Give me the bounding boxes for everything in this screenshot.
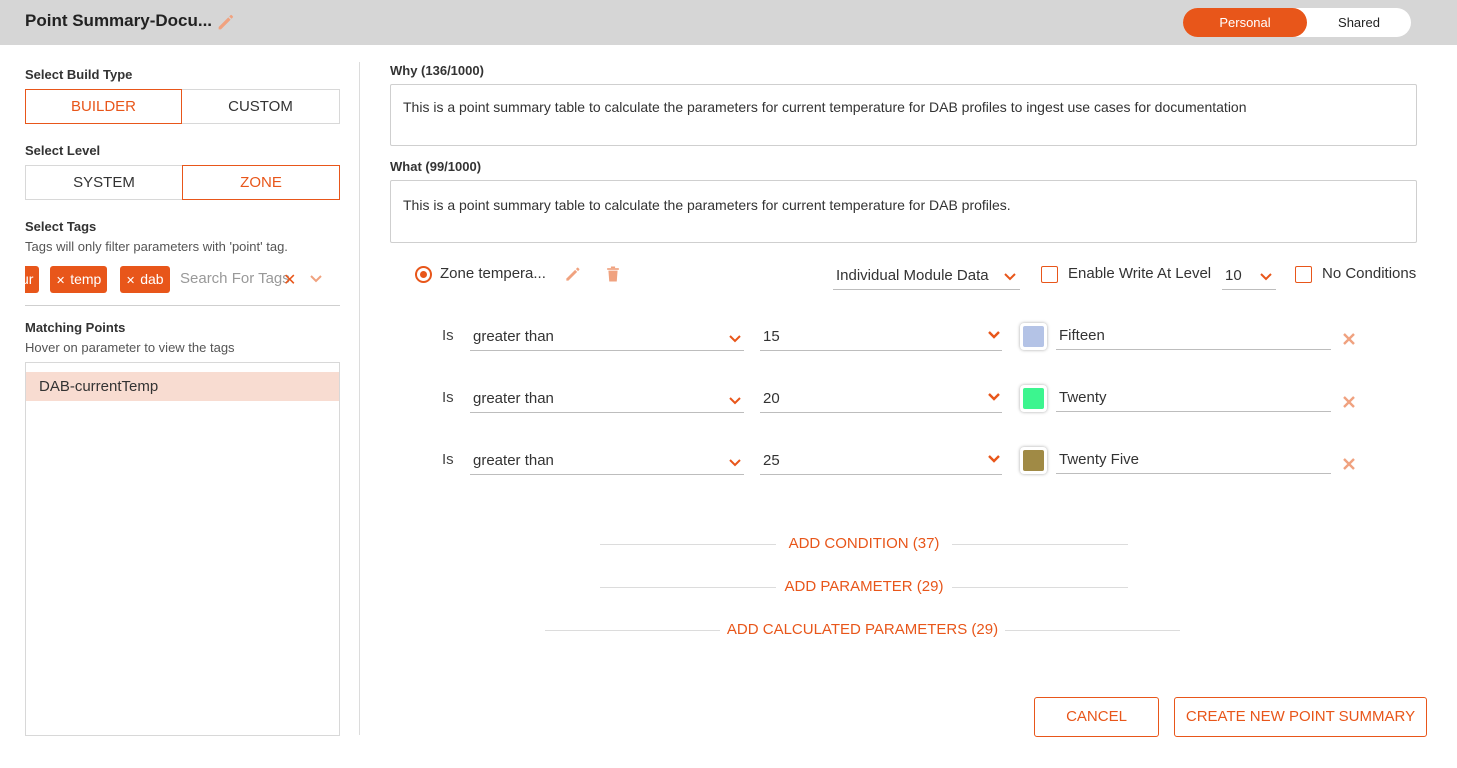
- enable-write-checkbox[interactable]: [1041, 266, 1058, 283]
- divider-line: [1005, 630, 1180, 631]
- radio-dot: [420, 271, 427, 278]
- toggle-shared[interactable]: Shared: [1307, 8, 1411, 37]
- chevron-down-icon: [988, 393, 1000, 401]
- level-zone-button[interactable]: ZONE: [182, 165, 340, 200]
- add-condition-button[interactable]: ADD CONDITION (37): [776, 535, 952, 552]
- divider-line: [952, 544, 1128, 545]
- chevron-down-icon: [729, 335, 741, 343]
- tag-input-underline: [25, 305, 340, 306]
- condition-operator-value: greater than: [473, 328, 554, 345]
- build-type-builder-button[interactable]: BUILDER: [25, 89, 182, 124]
- color-swatch: [1023, 326, 1044, 347]
- divider-line: [952, 587, 1128, 588]
- pencil-icon[interactable]: [215, 11, 237, 33]
- tag-chip-label: temp: [70, 271, 102, 287]
- tags-hint: Tags will only filter parameters with 'p…: [25, 239, 288, 254]
- add-parameter-button[interactable]: ADD PARAMETER (29): [776, 578, 952, 595]
- cancel-button[interactable]: CANCEL: [1034, 697, 1159, 737]
- chevron-down-icon: [729, 397, 741, 405]
- condition-is-label: Is: [442, 389, 454, 406]
- level-label: Select Level: [25, 143, 101, 158]
- build-type-label: Select Build Type: [25, 67, 133, 82]
- color-picker[interactable]: [1020, 447, 1047, 474]
- what-label: What (99/1000): [390, 159, 482, 174]
- close-icon[interactable]: [1342, 457, 1356, 471]
- chevron-down-icon[interactable]: [309, 272, 323, 286]
- what-textarea[interactable]: This is a point summary table to calcula…: [390, 180, 1417, 243]
- tags-label: Select Tags: [25, 219, 97, 234]
- chevron-down-icon: [1004, 273, 1016, 281]
- toggle-personal[interactable]: Personal: [1183, 8, 1307, 37]
- condition-label-input[interactable]: Fifteen: [1056, 319, 1331, 350]
- close-icon[interactable]: [1342, 332, 1356, 346]
- chevron-down-icon: [729, 459, 741, 467]
- write-level-select[interactable]: 10: [1222, 258, 1276, 290]
- divider-line: [545, 630, 720, 631]
- condition-label-value: Twenty Five: [1059, 451, 1140, 468]
- trash-icon[interactable]: [603, 264, 623, 284]
- condition-label-value: Twenty: [1059, 389, 1107, 406]
- color-picker[interactable]: [1020, 323, 1047, 350]
- visibility-toggle: Personal Shared: [1183, 8, 1411, 37]
- data-source-select[interactable]: Individual Module Data: [833, 258, 1020, 290]
- condition-value: 25: [763, 452, 780, 469]
- data-source-value: Individual Module Data: [836, 267, 989, 284]
- add-calculated-parameters-button[interactable]: ADD CALCULATED PARAMETERS (29): [720, 621, 1005, 638]
- condition-value-select[interactable]: 20: [760, 381, 1002, 413]
- why-label: Why (136/1000): [390, 63, 484, 78]
- sidebar-divider: [359, 62, 360, 735]
- pencil-icon[interactable]: [563, 264, 583, 284]
- tag-search-input[interactable]: Search For Tags: [180, 270, 290, 287]
- close-icon[interactable]: [1342, 395, 1356, 409]
- enable-write-label: Enable Write At Level: [1068, 265, 1212, 282]
- level-system-button[interactable]: SYSTEM: [25, 165, 183, 200]
- matching-points-list: DAB-currentTemp: [25, 362, 340, 736]
- divider-line: [600, 544, 776, 545]
- condition-label-input[interactable]: Twenty Five: [1056, 443, 1331, 474]
- matching-points-hint: Hover on parameter to view the tags: [25, 340, 235, 355]
- header-bar: Point Summary-Docu... Personal Shared: [0, 0, 1457, 45]
- matching-points-label: Matching Points: [25, 320, 126, 335]
- condition-operator-select[interactable]: greater than: [470, 444, 744, 475]
- tag-chip-label: dab: [140, 271, 164, 287]
- write-level-value: 10: [1225, 267, 1242, 284]
- build-type-custom-button[interactable]: CUSTOM: [181, 89, 340, 124]
- color-picker[interactable]: [1020, 385, 1047, 412]
- create-point-summary-button[interactable]: CREATE NEW POINT SUMMARY: [1174, 697, 1427, 737]
- color-swatch: [1023, 450, 1044, 471]
- condition-label-value: Fifteen: [1059, 327, 1105, 344]
- no-conditions-label: No Conditions: [1322, 265, 1417, 282]
- why-textarea[interactable]: This is a point summary table to calcula…: [390, 84, 1417, 146]
- parameter-row: Zone tempera... Individual Module Data E…: [390, 258, 1430, 292]
- condition-operator-value: greater than: [473, 390, 554, 407]
- condition-value: 20: [763, 390, 780, 407]
- condition-is-label: Is: [442, 451, 454, 468]
- chevron-down-icon: [1260, 273, 1272, 281]
- no-conditions-checkbox[interactable]: [1295, 266, 1312, 283]
- parameter-name: Zone tempera...: [440, 265, 546, 282]
- tag-chip-label: ur: [25, 271, 34, 287]
- tag-chip[interactable]: ur: [25, 266, 40, 293]
- tag-chip[interactable]: ✕ dab: [120, 266, 170, 293]
- condition-operator-select[interactable]: greater than: [470, 320, 744, 351]
- clear-tags-icon[interactable]: ✕: [283, 270, 296, 290]
- page-title: Point Summary-Docu...: [25, 11, 213, 30]
- divider-line: [600, 587, 776, 588]
- condition-label-input[interactable]: Twenty: [1056, 381, 1331, 412]
- condition-operator-select[interactable]: greater than: [470, 382, 744, 413]
- tag-selector: ur ✕ temp ✕ dab Search For Tags ✕: [25, 266, 340, 296]
- condition-is-label: Is: [442, 327, 454, 344]
- chevron-down-icon: [988, 331, 1000, 339]
- condition-value-select[interactable]: 15: [760, 319, 1002, 351]
- close-icon[interactable]: ✕: [56, 275, 65, 287]
- parameter-radio[interactable]: [415, 266, 432, 283]
- close-icon[interactable]: ✕: [126, 275, 135, 287]
- condition-value: 15: [763, 328, 780, 345]
- color-swatch: [1023, 388, 1044, 409]
- list-item[interactable]: DAB-currentTemp: [26, 372, 339, 401]
- condition-operator-value: greater than: [473, 452, 554, 469]
- condition-value-select[interactable]: 25: [760, 443, 1002, 475]
- tag-chip[interactable]: ✕ temp: [50, 266, 108, 293]
- chevron-down-icon: [988, 455, 1000, 463]
